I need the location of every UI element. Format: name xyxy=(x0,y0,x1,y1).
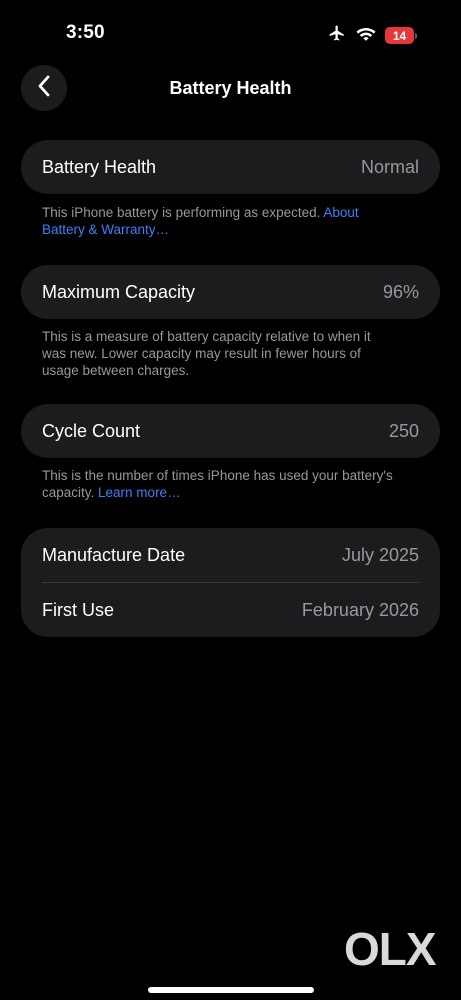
learn-more-link[interactable]: Learn more… xyxy=(98,485,181,500)
battery-body: 14 xyxy=(385,27,414,44)
manufacture-date-label: Manufacture Date xyxy=(42,544,186,565)
maximum-capacity-card: Maximum Capacity 96% xyxy=(21,265,440,319)
maximum-capacity-footnote: This is a measure of battery capacity re… xyxy=(42,328,397,379)
battery-icon: 14 xyxy=(385,27,417,44)
status-icons: 14 xyxy=(327,24,417,47)
manufacture-date-row: Manufacture Date July 2025 xyxy=(21,528,440,582)
cycle-count-label: Cycle Count xyxy=(42,420,141,441)
battery-health-value: Normal xyxy=(360,156,419,177)
wifi-icon xyxy=(356,25,376,46)
status-bar: 3:50 14 xyxy=(0,0,461,60)
status-time: 3:50 xyxy=(66,22,105,43)
dates-card: Manufacture Date July 2025 First Use Feb… xyxy=(21,528,440,637)
first-use-label: First Use xyxy=(42,599,114,620)
home-indicator xyxy=(148,987,314,993)
maximum-capacity-row: Maximum Capacity 96% xyxy=(21,265,440,319)
battery-nub xyxy=(415,32,417,39)
page-title: Battery Health xyxy=(169,78,292,98)
battery-fill xyxy=(385,27,390,44)
maximum-capacity-value: 96% xyxy=(382,281,419,302)
cycle-count-footnote: This is the number of times iPhone has u… xyxy=(42,467,397,501)
first-use-value: February 2026 xyxy=(301,599,419,620)
battery-health-footnote: This iPhone battery is performing as exp… xyxy=(42,204,397,238)
battery-health-row: Battery Health Normal xyxy=(21,140,440,194)
first-use-row: First Use February 2026 xyxy=(21,583,440,637)
battery-health-footnote-text: This iPhone battery is performing as exp… xyxy=(42,205,324,220)
cycle-count-row: Cycle Count 250 xyxy=(21,404,440,458)
maximum-capacity-footnote-text: This is a measure of battery capacity re… xyxy=(42,329,371,378)
maximum-capacity-label: Maximum Capacity xyxy=(42,281,196,302)
cycle-count-footnote-text: This is the number of times iPhone has u… xyxy=(42,468,393,500)
battery-health-label: Battery Health xyxy=(42,156,157,177)
airplane-icon xyxy=(327,24,347,47)
battery-level: 14 xyxy=(392,28,407,43)
cycle-count-card: Cycle Count 250 xyxy=(21,404,440,458)
battery-health-card: Battery Health Normal xyxy=(21,140,440,194)
manufacture-date-value: July 2025 xyxy=(341,544,419,565)
olx-watermark: OLX xyxy=(344,923,437,975)
cycle-count-value: 250 xyxy=(388,420,419,441)
